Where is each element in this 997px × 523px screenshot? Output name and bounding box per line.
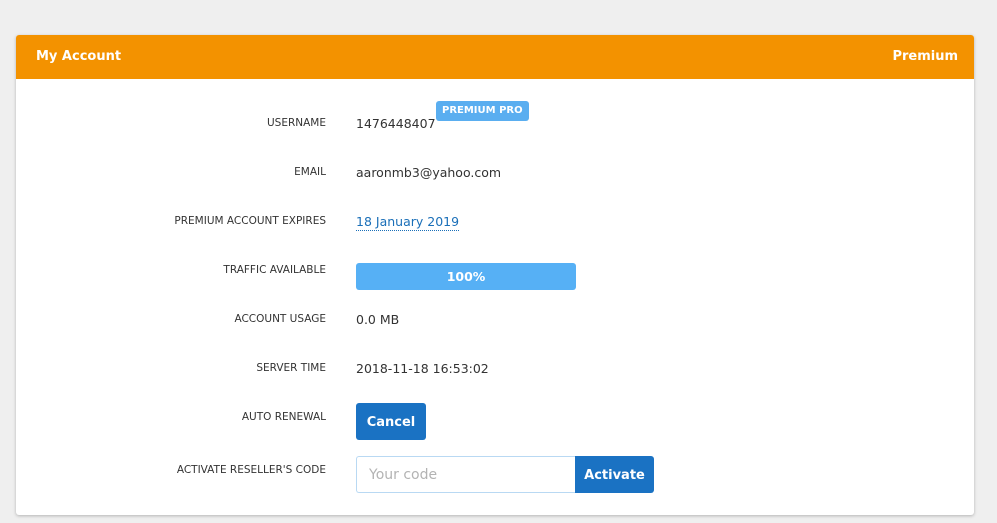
account-panel: My Account Premium USERNAME 1476448407 P… <box>16 35 974 515</box>
traffic-label: TRAFFIC AVAILABLE <box>223 264 326 276</box>
account-type-badge: PREMIUM PRO <box>436 101 529 121</box>
panel-header: My Account Premium <box>16 35 974 79</box>
reseller-code-input[interactable] <box>356 456 576 493</box>
email-label: EMAIL <box>294 166 326 178</box>
server-time-value: 2018-11-18 16:53:02 <box>356 361 489 376</box>
auto-renewal-label: AUTO RENEWAL <box>241 411 326 423</box>
email-value: aaronmb3@yahoo.com <box>356 165 502 180</box>
reseller-code-label: ACTIVATE RESELLER'S CODE <box>176 464 326 476</box>
plan-name: Premium <box>892 49 958 64</box>
cancel-renewal-button[interactable]: Cancel <box>356 403 426 440</box>
username-value: 1476448407 <box>356 116 436 131</box>
traffic-progress-bar: 100% <box>356 263 576 290</box>
usage-label: ACCOUNT USAGE <box>234 313 326 325</box>
traffic-progress-fill: 100% <box>356 263 576 290</box>
expiry-date-link[interactable]: 18 January 2019 <box>356 214 460 231</box>
panel-title: My Account <box>36 49 122 64</box>
usage-value: 0.0 MB <box>356 312 400 327</box>
activate-button[interactable]: Activate <box>575 456 654 493</box>
expires-label: PREMIUM ACCOUNT EXPIRES <box>174 215 326 227</box>
server-time-label: SERVER TIME <box>256 362 326 374</box>
username-label: USERNAME <box>266 117 326 129</box>
